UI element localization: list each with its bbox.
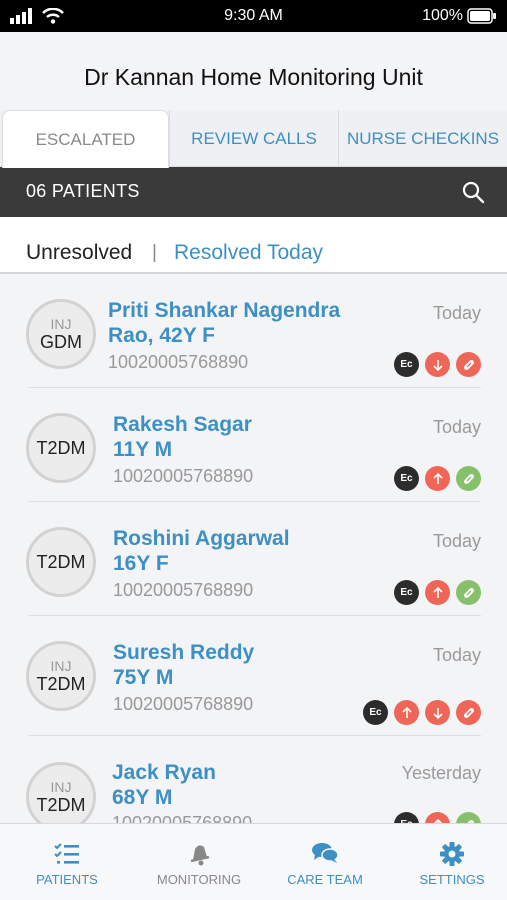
bottom-nav: PATIENTS MONITORING CARE TEAM SETTINGS <box>0 823 507 900</box>
arrow-up-icon <box>394 700 419 725</box>
patient-name: Jack Ryan 68Y M <box>112 760 216 810</box>
filter-separator: | <box>152 242 157 263</box>
status-icons: Ec <box>394 812 481 823</box>
resolution-filter: Unresolved | Resolved Today <box>0 217 507 274</box>
filter-resolved-today[interactable]: Resolved Today <box>174 241 323 265</box>
patient-name-line2: 11Y M <box>113 438 173 461</box>
row-divider <box>28 387 481 388</box>
ec-icon: Ec <box>363 700 388 725</box>
badge-injection-label: INJ <box>50 778 72 795</box>
row-divider <box>28 501 481 502</box>
badge-condition-label: GDM <box>40 331 82 352</box>
condition-badge: INJ GDM <box>26 299 96 369</box>
ec-icon: Ec <box>394 580 419 605</box>
patient-name-line2: 16Y F <box>113 552 169 575</box>
escalation-time: Today <box>432 303 481 323</box>
badge-condition-label: T2DM <box>36 794 86 815</box>
arrow-up-icon <box>425 580 450 605</box>
arrow-down-icon <box>425 352 450 377</box>
patient-name: Suresh Reddy 75Y M <box>113 640 254 690</box>
nav-patients[interactable]: PATIENTS <box>4 824 130 900</box>
nav-care-team[interactable]: CARE TEAM <box>262 824 388 900</box>
badge-injection-label: INJ <box>50 657 72 674</box>
nav-monitoring[interactable]: MONITORING <box>136 824 262 900</box>
patient-row[interactable]: INJ T2DM Suresh Reddy 75Y M 100200057688… <box>0 618 507 732</box>
pill-icon <box>456 812 481 823</box>
escalation-time: Yesterday <box>401 763 481 783</box>
pill-icon <box>456 580 481 605</box>
care-team-chat-icon <box>312 843 339 863</box>
badge-condition-label: T2DM <box>36 551 86 572</box>
escalation-time: Today <box>432 645 481 665</box>
ec-icon: Ec <box>394 352 419 377</box>
patient-name-line1: Suresh Reddy <box>113 641 255 664</box>
patient-name-line1: Jack Ryan <box>112 761 216 784</box>
status-icons: Ec <box>394 580 481 605</box>
battery-percent: 100% <box>422 7 463 24</box>
badge-condition-label: T2DM <box>36 673 86 694</box>
patient-list: INJ GDM Priti Shankar Nagendra Rao, 42Y … <box>0 276 507 823</box>
patient-count-bar: 06 PATIENTS <box>0 167 507 217</box>
battery-group: 100% <box>422 7 497 25</box>
patient-row[interactable]: T2DM Roshini Aggarwal 16Y F 100200057688… <box>0 504 507 618</box>
status-bar: 9:30 AM 100% <box>0 0 507 32</box>
patient-id: 10020005768890 <box>112 813 253 823</box>
tab-escalated[interactable]: ESCALATED <box>2 110 169 168</box>
nav-label: SETTINGS <box>419 872 485 887</box>
ec-icon: Ec <box>394 812 419 823</box>
escalation-time: Today <box>432 531 481 551</box>
arrow-down-icon <box>425 700 450 725</box>
condition-badge: INJ T2DM <box>26 641 96 711</box>
tab-bar: ESCALATED REVIEW CALLS NURSE CHECKINS <box>0 110 507 168</box>
patient-id: 10020005768890 <box>113 694 254 714</box>
patient-name-line1: Rakesh Sagar <box>113 413 252 436</box>
patient-name: Priti Shankar Nagendra Rao, 42Y F <box>108 298 340 348</box>
condition-badge: T2DM <box>26 527 96 597</box>
filter-unresolved[interactable]: Unresolved <box>26 241 132 265</box>
monitoring-bell-icon <box>190 845 210 866</box>
patient-row[interactable]: INJ T2DM Jack Ryan 68Y M 10020005768890 … <box>0 738 507 823</box>
search-icon[interactable] <box>461 180 485 204</box>
status-icons: Ec <box>394 466 481 491</box>
patient-name-line1: Priti Shankar Nagendra <box>108 299 341 322</box>
arrow-up-icon <box>425 812 450 823</box>
patient-row[interactable]: INJ GDM Priti Shankar Nagendra Rao, 42Y … <box>0 276 507 390</box>
condition-badge: T2DM <box>26 413 96 483</box>
patient-id: 10020005768890 <box>113 580 254 600</box>
status-icons: Ec <box>394 352 481 377</box>
patient-name: Rakesh Sagar 11Y M <box>113 412 252 462</box>
patient-name-line2: 68Y M <box>112 786 173 809</box>
patient-name: Roshini Aggarwal 16Y F <box>113 526 290 576</box>
tab-nurse-checkins[interactable]: NURSE CHECKINS <box>338 110 507 167</box>
patient-id: 10020005768890 <box>113 466 254 486</box>
battery-icon <box>467 8 496 24</box>
nav-label: MONITORING <box>156 872 242 887</box>
row-divider <box>28 615 481 616</box>
arrow-up-icon <box>425 466 450 491</box>
tab-review-calls[interactable]: REVIEW CALLS <box>169 110 338 167</box>
patient-id: 10020005768890 <box>108 352 249 372</box>
badge-condition-label: T2DM <box>36 437 86 458</box>
ec-icon: Ec <box>394 466 419 491</box>
nav-label: PATIENTS <box>36 872 98 887</box>
patient-name-line2: 75Y M <box>113 666 174 689</box>
patient-row[interactable]: T2DM Rakesh Sagar 11Y M 10020005768890 T… <box>0 390 507 504</box>
patients-list-icon <box>54 843 79 864</box>
status-icons: Ec <box>363 700 481 725</box>
page-title: Dr Kannan Home Monitoring Unit <box>84 64 423 90</box>
patient-count: 06 PATIENTS <box>26 181 140 201</box>
patient-name-line2: Rao, 42Y F <box>108 324 215 347</box>
row-divider <box>28 735 481 736</box>
patient-name-line1: Roshini Aggarwal <box>113 527 290 550</box>
app-header: Dr Kannan Home Monitoring Unit <box>0 32 507 110</box>
pill-icon <box>456 466 481 491</box>
nav-label: CARE TEAM <box>287 872 363 887</box>
pill-icon <box>456 700 481 725</box>
nav-settings[interactable]: SETTINGS <box>389 824 507 900</box>
pill-icon <box>456 352 481 377</box>
badge-injection-label: INJ <box>50 315 72 332</box>
condition-badge: INJ T2DM <box>26 762 96 823</box>
settings-gear-icon <box>440 842 464 866</box>
escalation-time: Today <box>432 417 481 437</box>
